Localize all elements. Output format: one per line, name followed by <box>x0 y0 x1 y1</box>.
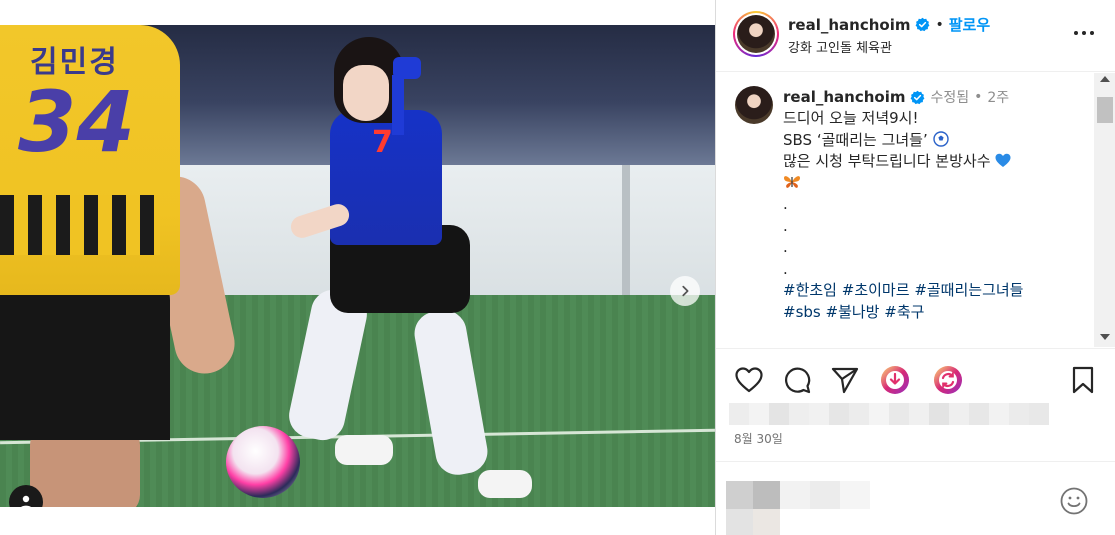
soccer-ball-emoji-icon <box>932 130 949 147</box>
repost-extension-button[interactable] <box>933 365 963 395</box>
hashtag-link[interactable]: #한초임 <box>783 281 837 299</box>
comment-bar <box>716 461 1115 535</box>
like-button[interactable] <box>734 365 764 395</box>
post-date[interactable]: 8월 30일 <box>734 430 783 447</box>
hashtag-link[interactable]: #초이마르 <box>842 281 910 299</box>
separator-dot: • <box>935 16 944 33</box>
paper-plane-icon <box>831 367 859 394</box>
caption-line: 많은 시청 부탁드립니다 본방사수 <box>783 152 991 170</box>
player-number: 7 <box>372 125 393 160</box>
hashtag-link[interactable]: #축구 <box>884 303 924 321</box>
hashtag-line: #sbs #불나방 #축구 <box>783 302 1083 324</box>
post-photo[interactable]: 7 김민경 34 <box>0 25 715 507</box>
post-time[interactable]: 2주 <box>987 87 1009 107</box>
caption-line: . <box>783 238 788 256</box>
verified-badge-icon <box>916 17 930 32</box>
share-button[interactable] <box>830 365 860 395</box>
carousel-next-button[interactable] <box>670 276 700 306</box>
caption-line: . <box>783 216 788 235</box>
avatar[interactable] <box>733 11 779 57</box>
verified-badge-icon <box>911 90 925 104</box>
username-link[interactable]: real_hanchoim <box>788 16 910 34</box>
caption-text: 드디어 오늘 저녁9시! SBS ‘골때리는 그녀들’ 많은 시청 부탁드립니다… <box>783 108 1083 323</box>
butterfly-emoji-icon <box>784 175 800 188</box>
separator-dot: • <box>974 89 983 105</box>
comment-input-blurred[interactable] <box>726 481 870 535</box>
caption-line: . <box>783 195 788 213</box>
emoji-icon[interactable] <box>1059 486 1089 516</box>
comment-bubble-icon <box>785 367 811 394</box>
repost-extension-icon <box>934 366 962 394</box>
caption-line: . <box>783 259 788 278</box>
caption-line: 드디어 오늘 저녁9시! <box>783 109 919 127</box>
likes-summary-blurred <box>729 403 1049 425</box>
scroll-thumb[interactable] <box>1097 97 1113 123</box>
download-extension-icon <box>881 366 909 394</box>
post-side-panel: real_hanchoim • 팔로우 강화 고인돌 체육관 real_hanc… <box>715 0 1115 535</box>
jersey-number: 34 <box>18 73 135 171</box>
follow-button[interactable]: 팔로우 <box>949 14 990 35</box>
caption-line: SBS ‘골때리는 그녀들’ <box>783 130 928 149</box>
soccer-ball <box>226 426 300 498</box>
caption-section: real_hanchoim 수정됨 • 2주 드디어 오늘 저녁9시! SBS … <box>716 73 1115 347</box>
hashtag-line: #한초임 #초이마르 #골때리는그녀들 <box>783 280 1083 302</box>
comment-button[interactable] <box>782 365 812 395</box>
instagram-post-view: 7 김민경 34 real_hanchoim • 팔로우 강화 고인돌 체육관 … <box>0 0 1115 535</box>
scroll-up-arrow-icon[interactable] <box>1100 76 1110 82</box>
heart-icon <box>735 367 763 393</box>
hashtag-link[interactable]: #sbs <box>783 303 821 321</box>
caption-avatar[interactable] <box>735 86 773 124</box>
download-extension-button[interactable] <box>880 365 910 395</box>
post-header: real_hanchoim • 팔로우 강화 고인돌 체육관 <box>716 0 1115 72</box>
save-button[interactable] <box>1068 365 1098 395</box>
user-tag-icon <box>21 495 31 507</box>
chevron-right-icon <box>682 285 689 297</box>
caption-scrollbar[interactable] <box>1094 73 1115 347</box>
location-link[interactable]: 강화 고인돌 체육관 <box>788 37 892 56</box>
post-media: 7 김민경 34 <box>0 0 715 535</box>
hashtag-link[interactable]: #골때리는그녀들 <box>914 281 1023 299</box>
bookmark-icon <box>1072 366 1094 394</box>
blue-heart-emoji-icon <box>995 153 1011 167</box>
hashtag-link[interactable]: #불나방 <box>826 303 880 321</box>
avatar-image <box>737 15 775 53</box>
caption-username[interactable]: real_hanchoim <box>783 88 905 106</box>
edited-label: 수정됨 <box>930 90 970 106</box>
scroll-down-arrow-icon[interactable] <box>1100 334 1110 340</box>
more-options-icon[interactable] <box>1072 28 1096 38</box>
